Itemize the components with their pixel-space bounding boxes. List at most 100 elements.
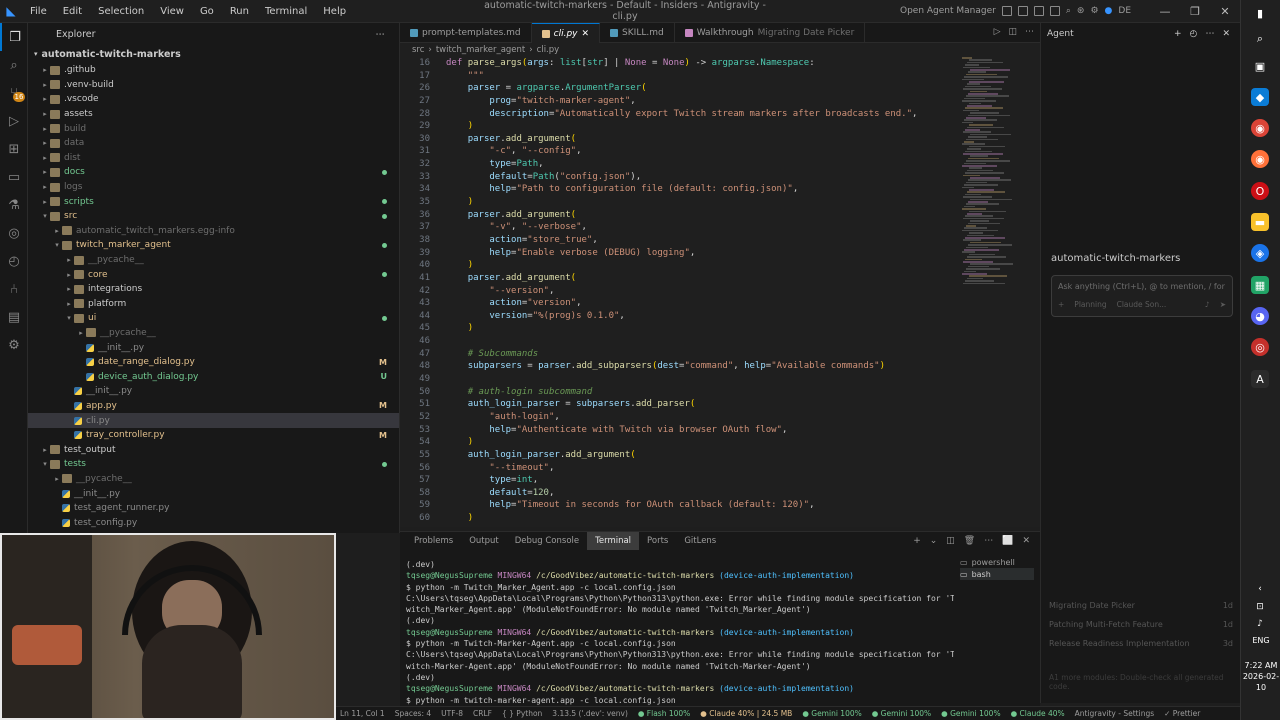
more-actions-icon[interactable]: ⋯ — [1205, 29, 1214, 39]
tree-item[interactable]: __init__.py — [28, 384, 399, 399]
code-line[interactable]: 48 subparsers = parser.add_subparsers(de… — [400, 360, 960, 373]
tree-item[interactable]: date_range_dialog.py M — [28, 355, 399, 370]
code-line[interactable]: 46 — [400, 335, 960, 348]
tree-item[interactable]: ▸ docs — [28, 165, 399, 180]
firefox-icon[interactable]: ◉ — [1251, 150, 1269, 168]
layout-icon[interactable] — [1001, 6, 1012, 16]
send-icon[interactable]: ➤ — [1220, 300, 1226, 309]
tab-output[interactable]: Output — [461, 532, 507, 550]
menu-item-selection[interactable]: Selection — [90, 6, 152, 17]
code-line[interactable]: 33 default=Path("config.json"), — [400, 171, 960, 184]
code-line[interactable]: 41 parser.add_argument( — [400, 272, 960, 285]
split-editor-icon[interactable]: ◫ — [1008, 27, 1017, 37]
sheets-icon[interactable]: ▦ — [1251, 276, 1269, 294]
new-terminal-icon[interactable]: + — [913, 536, 921, 546]
run-icon[interactable]: ▷ — [994, 27, 1001, 37]
breadcrumb-item[interactable]: cli.py — [537, 45, 560, 55]
code-line[interactable]: 59 help="Timeout in seconds for OAuth ca… — [400, 499, 960, 512]
tree-item[interactable]: tray_controller.py M — [28, 428, 399, 443]
secondary-sidebar-toggle-icon[interactable] — [1049, 6, 1060, 16]
tree-item[interactable]: ▸ integrations — [28, 282, 399, 297]
tab-ports[interactable]: Ports — [639, 532, 676, 550]
status-item[interactable]: ● Flash 100% — [638, 709, 690, 718]
search-icon[interactable]: ⌕ — [0, 51, 28, 79]
tab-debug-console[interactable]: Debug Console — [507, 532, 587, 550]
file-explorer-icon[interactable]: ▬ — [1251, 213, 1269, 231]
tree-item[interactable]: test_agent_runner.py — [28, 501, 399, 516]
tree-item[interactable]: ▾ tests — [28, 457, 399, 472]
status-item[interactable]: Ln 11, Col 1 — [340, 709, 385, 718]
status-item[interactable]: Antigravity - Settings — [1075, 709, 1155, 718]
tree-item[interactable]: __init__.py — [28, 486, 399, 501]
tree-item[interactable]: ▸ .github — [28, 63, 399, 78]
code-line[interactable]: 51 auth_login_parser = subparsers.add_pa… — [400, 398, 960, 411]
code-line[interactable]: 36 parser.add_argument( — [400, 209, 960, 222]
code-line[interactable]: 45 ) — [400, 322, 960, 335]
model-select[interactable]: Claude Son... — [1117, 300, 1167, 309]
timeline-icon[interactable]: ◴ — [0, 247, 28, 275]
new-chat-icon[interactable]: + — [1174, 29, 1182, 39]
kill-terminal-icon[interactable]: 🗑 — [964, 536, 975, 546]
tree-item[interactable]: ▸ build — [28, 121, 399, 136]
workspace-root[interactable]: ▾ automatic-twitch-markers — [28, 45, 399, 63]
code-line[interactable]: 28 description="Automatically export Twi… — [400, 108, 960, 121]
status-item[interactable]: ● Claude 40% — [1011, 709, 1065, 718]
add-context-icon[interactable]: + — [1058, 300, 1064, 309]
testing-icon[interactable]: ⚗ — [0, 191, 28, 219]
chevron-down-icon[interactable]: ⌄ — [930, 536, 938, 546]
status-item[interactable]: ✓ Prettier — [1164, 709, 1200, 718]
tab-walkthrough[interactable]: Walkthrough Migrating Date Picker — [675, 23, 866, 43]
status-item[interactable]: UTF-8 — [441, 709, 463, 718]
code-line[interactable]: 16 def parse_args(args: list[str] | None … — [400, 57, 960, 70]
tab-cli-py[interactable]: cli.py ✕ — [531, 23, 601, 43]
more-actions-icon[interactable]: ⋯ — [1025, 27, 1034, 37]
code-line[interactable]: 58 default=120, — [400, 487, 960, 500]
breadcrumb-item[interactable]: twitch_marker_agent — [436, 45, 525, 55]
explorer-icon[interactable]: ❐ — [0, 23, 28, 51]
code-line[interactable]: 31 "-c", "--config", — [400, 145, 960, 158]
tab-prompt-templates-md[interactable]: prompt-templates.md — [400, 23, 532, 43]
code-line[interactable]: 56 "--timeout", — [400, 462, 960, 475]
extensions-icon[interactable]: ⊞ — [0, 135, 28, 163]
code-line[interactable]: 26 parser = argparse.ArgumentParser( — [400, 82, 960, 95]
restore-icon[interactable]: ❐ — [1180, 0, 1210, 23]
antigravity-app-icon[interactable]: A — [1251, 370, 1269, 388]
tree-item[interactable]: ▸ __pycache__ — [28, 326, 399, 341]
gear-icon[interactable]: ⚙ — [1090, 6, 1098, 16]
menu-item-edit[interactable]: Edit — [55, 6, 90, 17]
copilot-icon[interactable]: ⊛ — [1077, 6, 1085, 16]
code-line[interactable]: 44 version="%(prog)s 0.1.0", — [400, 310, 960, 323]
gitlens-icon[interactable]: ◎ — [0, 219, 28, 247]
tab-skill-md[interactable]: SKILL.md — [600, 23, 675, 43]
open-agent-manager-button[interactable]: Open Agent Manager — [900, 6, 996, 16]
tree-item[interactable]: device_auth_dialog.py U — [28, 369, 399, 384]
sidebar-toggle-icon[interactable] — [1017, 6, 1028, 16]
minimap[interactable] — [960, 57, 1040, 527]
tree-item[interactable]: ▾ ui — [28, 311, 399, 326]
code-line[interactable]: 17 """ — [400, 70, 960, 83]
tree-item[interactable]: test_config.py — [28, 515, 399, 530]
menu-item-run[interactable]: Run — [222, 6, 257, 17]
copilot-app-icon[interactable]: ◆ — [1251, 88, 1269, 106]
menu-item-go[interactable]: Go — [192, 6, 222, 17]
code-line[interactable]: 40 ) — [400, 259, 960, 272]
conversation-item[interactable]: Migrating Date Picker 1d — [1049, 601, 1233, 620]
account-icon[interactable]: ● — [1105, 6, 1113, 16]
code-line[interactable]: 30 parser.add_argument( — [400, 133, 960, 146]
tab-gitlens[interactable]: GitLens — [676, 532, 724, 550]
status-item[interactable]: ● Gemini 100% — [941, 709, 1000, 718]
language-indicator[interactable]: DE — [1118, 6, 1131, 16]
run-debug-icon[interactable]: ▷ — [0, 107, 28, 135]
code-line[interactable]: 38 action="store_true", — [400, 234, 960, 247]
opera-icon[interactable]: O — [1251, 182, 1269, 200]
terminal-instance-bash[interactable]: ▭ bash — [960, 568, 1034, 580]
tree-item[interactable]: ▸ __pycache__ — [28, 253, 399, 268]
code-line[interactable]: 37 "-v", "--verbose", — [400, 221, 960, 234]
settings-icon[interactable]: ⚙ — [0, 331, 28, 359]
tree-item[interactable]: app.py M — [28, 399, 399, 414]
code-line[interactable]: 43 action="version", — [400, 297, 960, 310]
conversation-item[interactable]: Patching Multi-Fetch Feature 1d — [1049, 620, 1233, 639]
tree-item[interactable]: ▾ twitch_marker_agent — [28, 238, 399, 253]
search-icon[interactable]: ⌕ — [1066, 6, 1071, 16]
code-line[interactable]: 54 ) — [400, 436, 960, 449]
